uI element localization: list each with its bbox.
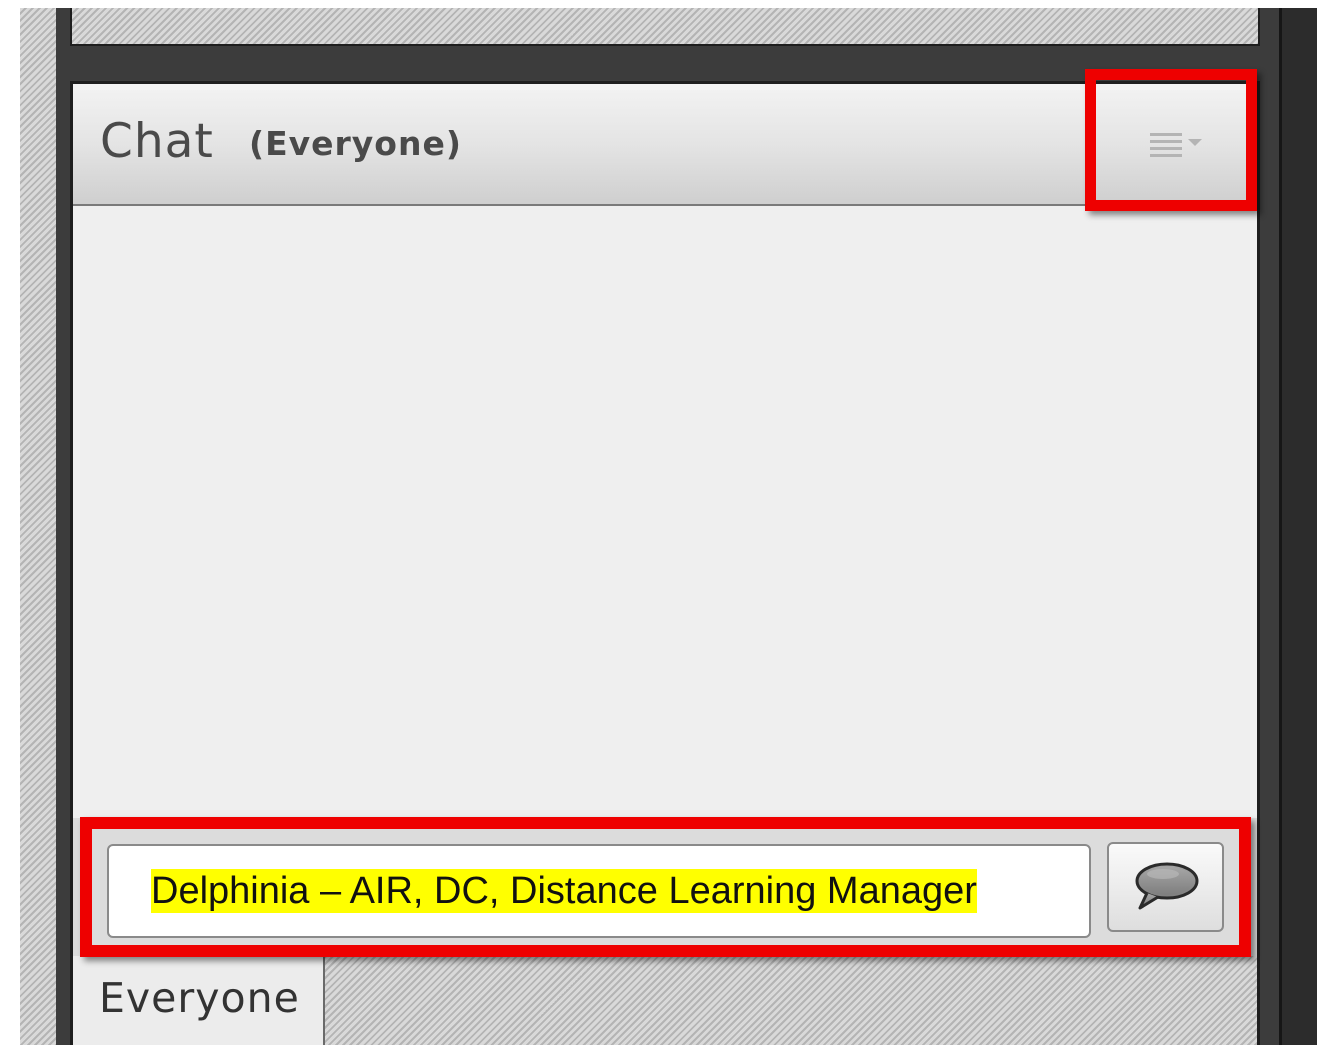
right-frame-edge (1282, 8, 1317, 1045)
left-background-strip (20, 8, 56, 1045)
options-highlight-box (1085, 69, 1257, 211)
chat-title: Chat (100, 114, 214, 169)
tab-everyone[interactable]: Everyone (73, 956, 325, 1045)
chat-message-area[interactable] (73, 206, 1257, 818)
chat-pod-header: Chat (Everyone) (73, 84, 1257, 206)
tab-everyone-label: Everyone (99, 974, 300, 1022)
input-highlight-box (80, 817, 1251, 957)
chat-audience-label: (Everyone) (249, 124, 462, 163)
upper-pod-bottom-edge (70, 8, 1260, 46)
